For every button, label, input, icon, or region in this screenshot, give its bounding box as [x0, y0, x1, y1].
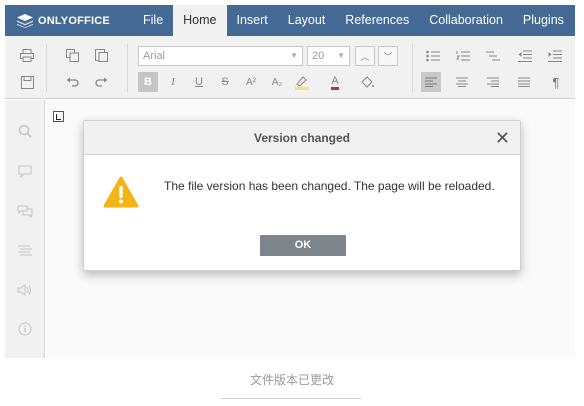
save-icon[interactable] — [17, 72, 37, 92]
redo-icon[interactable] — [91, 72, 111, 92]
bullet-list-icon[interactable] — [423, 46, 443, 66]
chevron-down-icon: ▼ — [337, 51, 345, 60]
version-changed-dialog: Version changed ✕ The file version has b… — [83, 120, 521, 271]
dialog-message: The file version has been changed. The p… — [164, 179, 495, 193]
navigation-icon[interactable] — [15, 240, 35, 260]
align-left-icon[interactable] — [421, 72, 441, 92]
increase-font-button[interactable]: ︿ — [355, 46, 375, 66]
font-color-letter: A — [331, 75, 339, 90]
print-icon[interactable] — [17, 45, 37, 65]
logo-text: ONLYOFFICE — [38, 14, 110, 27]
comment-icon[interactable] — [15, 161, 35, 181]
dialog-title: Version changed — [253, 131, 351, 145]
warning-icon — [103, 176, 139, 213]
chat-icon[interactable] — [15, 201, 35, 221]
tab-plugins[interactable]: Plugins — [513, 5, 574, 36]
paragraph-shading-button[interactable] — [357, 72, 377, 92]
highlight-color-button[interactable] — [293, 72, 313, 92]
increase-indent-icon[interactable] — [545, 46, 565, 66]
search-icon[interactable] — [15, 121, 35, 141]
ok-button[interactable]: OK — [260, 235, 346, 256]
strikethrough-button[interactable]: S — [215, 72, 235, 92]
copy-icon[interactable] — [62, 45, 82, 65]
multilevel-list-icon[interactable] — [483, 46, 503, 66]
caption-divider — [221, 398, 361, 399]
paint-bucket-icon — [361, 75, 374, 88]
font-name-value: Arial — [143, 50, 166, 62]
tab-insert[interactable]: Insert — [227, 5, 278, 36]
font-name-combo[interactable]: Arial ▼ — [138, 46, 303, 66]
tab-references[interactable]: References — [335, 5, 419, 36]
decrease-indent-icon[interactable] — [515, 46, 535, 66]
align-center-icon[interactable] — [452, 72, 472, 92]
tab-file[interactable]: File — [133, 5, 173, 36]
font-size-combo[interactable]: 20 ▼ — [307, 46, 350, 66]
bold-button[interactable]: B — [138, 72, 158, 92]
paste-icon[interactable] — [91, 45, 111, 65]
tab-layout[interactable]: Layout — [278, 5, 336, 36]
chevron-down-icon: ﹀ — [383, 51, 393, 62]
tab-home[interactable]: Home — [173, 5, 227, 36]
about-icon[interactable] — [15, 319, 35, 339]
align-justify-icon[interactable] — [514, 72, 534, 92]
highlight-icon — [295, 76, 309, 90]
font-size-value: 20 — [312, 50, 325, 62]
chevron-up-icon: ︿ — [360, 51, 370, 62]
close-icon[interactable]: ✕ — [495, 121, 510, 155]
superscript-button[interactable]: A² — [241, 72, 261, 92]
paragraph-mark-button[interactable]: ¶ — [546, 72, 566, 92]
numbered-list-icon[interactable] — [453, 46, 473, 66]
menu-tabs: File Home Insert Layout References Colla… — [133, 5, 574, 36]
image-caption: 文件版本已更改 — [249, 373, 334, 387]
subscript-button[interactable]: A₂ — [267, 72, 287, 92]
top-menu-bar: ONLYOFFICE File Home Insert Layout Refer… — [5, 5, 575, 36]
undo-icon[interactable] — [62, 72, 82, 92]
tab-collaboration[interactable]: Collaboration — [419, 5, 513, 36]
dialog-header: Version changed ✕ — [84, 121, 520, 155]
align-right-icon[interactable] — [483, 72, 503, 92]
chevron-down-icon: ▼ — [290, 51, 298, 60]
feedback-icon[interactable] — [15, 280, 35, 300]
tab-stop-icon[interactable] — [53, 111, 64, 122]
home-toolbar: Arial ▼ 20 ▼ ︿ ﹀ B I U S A² A₂ A ¶ — [5, 36, 575, 99]
left-panel — [5, 100, 45, 358]
onlyoffice-logo-icon — [17, 13, 33, 28]
italic-button[interactable]: I — [163, 72, 183, 92]
app-logo: ONLYOFFICE — [5, 5, 133, 36]
decrease-font-button[interactable]: ﹀ — [378, 46, 398, 66]
underline-button[interactable]: U — [189, 72, 209, 92]
font-color-button[interactable]: A — [325, 72, 345, 92]
